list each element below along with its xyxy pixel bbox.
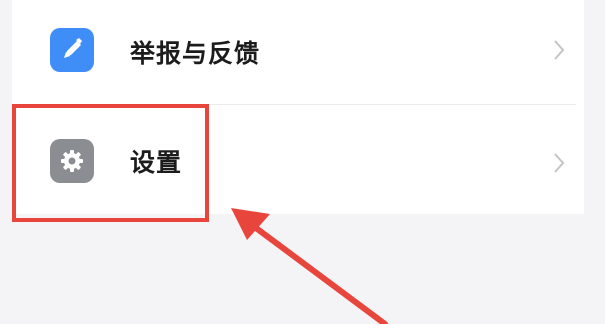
annotation-arrow	[231, 208, 388, 324]
